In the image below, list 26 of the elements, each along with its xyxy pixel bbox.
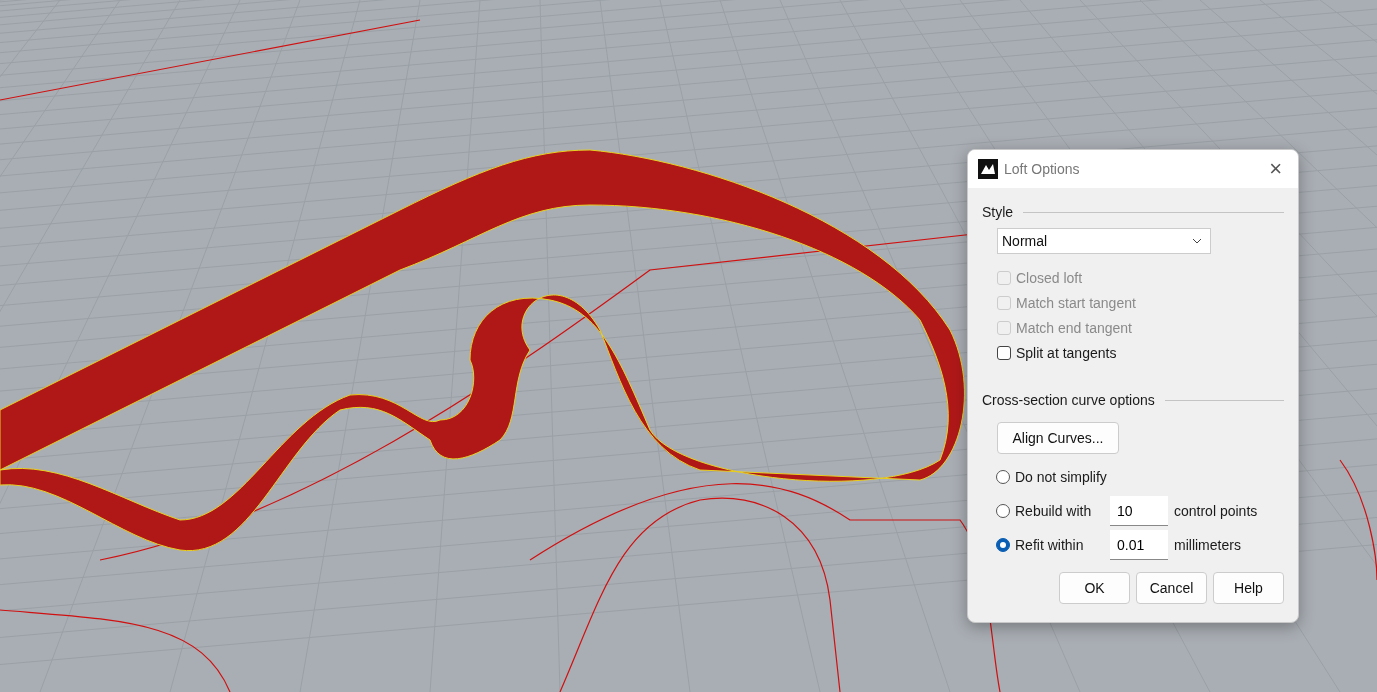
dialog-button[interactable]: OK (1059, 572, 1130, 604)
unit-label: control points (1174, 503, 1258, 519)
style-dropdown[interactable]: Normal (997, 228, 1211, 254)
radio-button[interactable] (996, 538, 1010, 552)
number-input-field[interactable]: 0.01 (1110, 530, 1168, 560)
app-logo-icon (978, 159, 998, 179)
radio-label: Do not simplify (1015, 469, 1108, 485)
radio-button[interactable] (996, 504, 1010, 518)
close-button[interactable]: × (1263, 156, 1288, 182)
checkbox[interactable] (997, 345, 1011, 360)
radio-button[interactable] (996, 470, 1010, 484)
section-heading: Style (982, 204, 1014, 220)
align-curves-button[interactable]: Align Curves... (997, 422, 1119, 454)
dialog-title: Loft Options (1004, 161, 1081, 177)
checkbox-label: Closed loft (1016, 269, 1083, 286)
chevron-down-icon (1192, 238, 1202, 244)
radio-label: Rebuild with (1015, 503, 1093, 519)
dialog-button[interactable]: Help (1213, 572, 1284, 604)
checkbox-label: Match end tangent (1016, 319, 1132, 336)
checkbox-label: Split at tangents (1016, 344, 1117, 361)
checkbox-label: Match start tangent (1016, 294, 1136, 311)
dialog-button[interactable]: Cancel (1136, 572, 1207, 604)
number-input-field[interactable]: 10 (1110, 496, 1168, 526)
radio-label: Refit within (1015, 537, 1085, 553)
section-heading: Cross-section curve options (982, 392, 1155, 408)
unit-label: millimeters (1174, 537, 1241, 553)
